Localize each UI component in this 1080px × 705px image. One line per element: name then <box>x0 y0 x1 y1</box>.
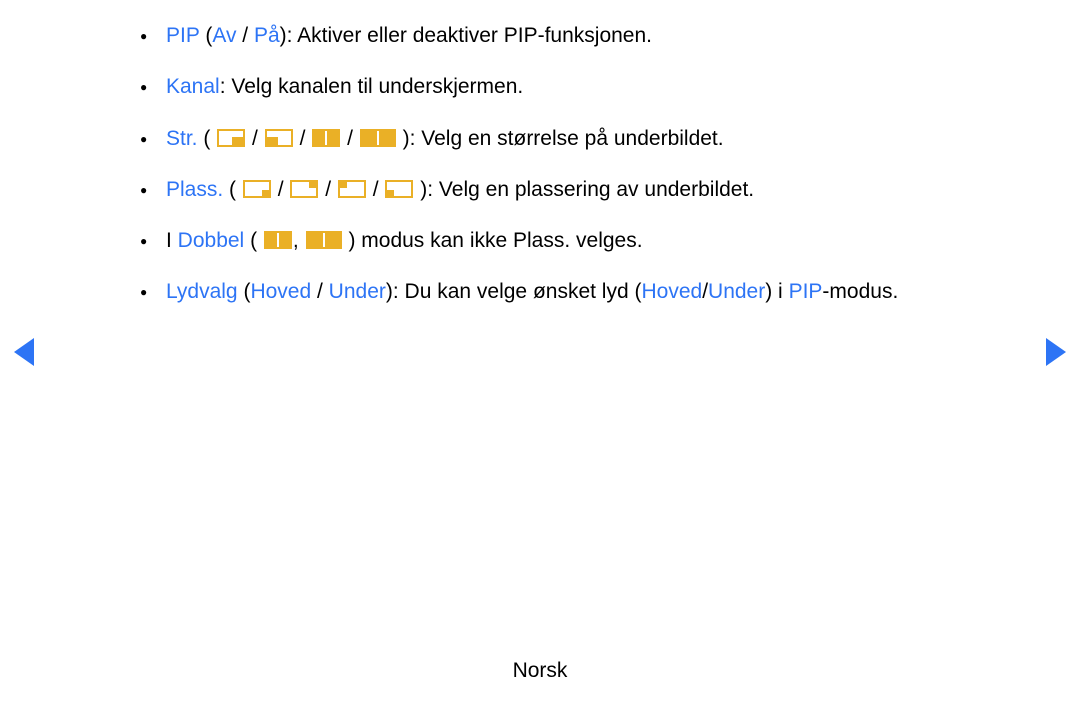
nav-prev-icon[interactable] <box>14 338 34 366</box>
opt-under: Under <box>329 280 386 303</box>
size-icon-small-left <box>265 129 293 147</box>
mid2-lydvalg: ) i <box>765 280 788 303</box>
mid-lydvalg: ): Du kan velge ønsket lyd ( <box>386 280 642 303</box>
desc-dobbel: ) modus kan ikke Plass. velges. <box>348 229 642 252</box>
size-icon-wide <box>360 129 396 147</box>
sep: / <box>311 280 329 303</box>
paren-open: ( <box>229 178 236 201</box>
sep: / <box>300 127 312 150</box>
pip-ref: PIP <box>789 280 823 303</box>
size-icon-half <box>312 129 340 147</box>
tail-lydvalg: -modus. <box>822 280 898 303</box>
list-item-dobbel: I Dobbel ( , ) modus kan ikke Plass. vel… <box>140 227 1010 254</box>
list-item-pip: PIP (Av / På): Aktiver eller deaktiver P… <box>140 22 1010 49</box>
feature-list: PIP ( Av / På): Aktiver eller deaktiver P… <box>140 22 1010 306</box>
pos-icon-bottom-right <box>243 180 271 198</box>
opt-under2: Under <box>708 280 765 303</box>
opt-pa: På <box>254 24 280 47</box>
desc-plass: ): Velg en plassering av underbildet. <box>420 178 754 201</box>
list-item-str: Str. ( / / / ): Velg en størrelse på und… <box>140 125 1010 152</box>
paren-close: ) <box>280 24 287 47</box>
language-footer: Norsk <box>0 659 1080 683</box>
pos-icon-top-right <box>290 180 318 198</box>
sep: / <box>373 178 385 201</box>
sep: / <box>236 24 254 47</box>
pos-icon-top-left <box>338 180 366 198</box>
label-dobbel: Dobbel <box>178 229 245 252</box>
double-icon-wide <box>306 231 342 249</box>
list-item-kanal: Kanal: Velg kanalen til underskjermen. <box>140 73 1010 100</box>
content-area: PIP ( Av / På): Aktiver eller deaktiver P… <box>140 22 1010 330</box>
list-item-plass: Plass. ( / / / ): Velg en plassering av … <box>140 176 1010 203</box>
size-icon-small-right <box>217 129 245 147</box>
desc-kanal: : Velg kanalen til underskjermen. <box>220 75 524 98</box>
opt-hoved2: Hoved <box>641 280 702 303</box>
opt-av: Av <box>212 24 236 47</box>
pre-dobbel: I <box>166 229 178 252</box>
opt-hoved: Hoved <box>250 280 311 303</box>
paren-open: ( <box>250 229 257 252</box>
list-item-lydvalg: Lydvalg (Hoved / Under): Du kan velge øn… <box>140 278 1010 305</box>
sep: / <box>252 127 264 150</box>
sep: / <box>347 127 359 150</box>
nav-next-icon[interactable] <box>1046 338 1066 366</box>
desc-pip: : Aktiver eller deaktiver PIP-funksjonen… <box>287 24 652 47</box>
label-plass: Plass. <box>166 178 223 201</box>
label-kanal: Kanal <box>166 75 220 98</box>
label-pip: PIP <box>166 24 199 47</box>
label-lydvalg: Lydvalg <box>166 280 238 303</box>
comma: , <box>293 229 305 252</box>
paren-open: ( <box>203 127 210 150</box>
desc-str: ): Velg en størrelse på underbildet. <box>403 127 724 150</box>
pos-icon-bottom-left <box>385 180 413 198</box>
sep: / <box>325 178 337 201</box>
sep: / <box>278 178 290 201</box>
label-str: Str. <box>166 127 198 150</box>
double-icon-narrow <box>264 231 292 249</box>
